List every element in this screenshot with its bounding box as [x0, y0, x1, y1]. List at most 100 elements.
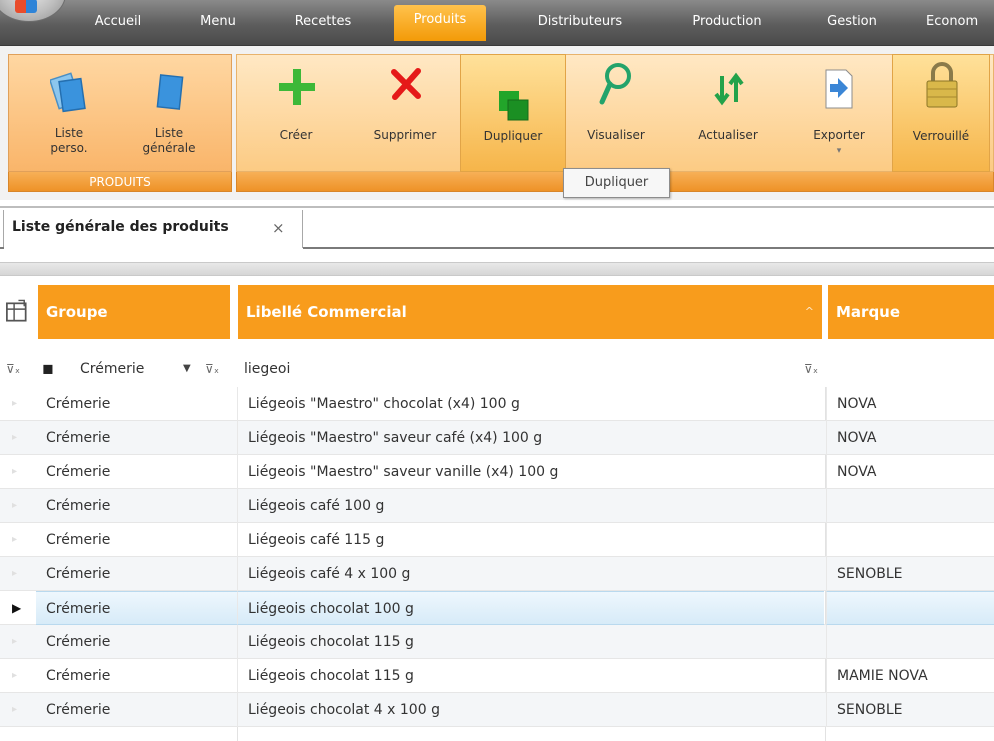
table-row[interactable]: ▸ Crémerie Liégeois chocolat 115 g MAMIE…	[0, 659, 994, 693]
cell-marque	[826, 625, 994, 659]
cell-libelle: Liégeois café 100 g	[237, 489, 824, 523]
clear-filter-groupe-icon[interactable]: ⊽ₓ	[205, 351, 219, 387]
clear-filter-icon[interactable]: ⊽ₓ	[6, 351, 20, 387]
cell-groupe: Crémerie	[46, 464, 111, 480]
table-row[interactable]: ▸ Crémerie Liégeois "Maestro" saveur caf…	[0, 421, 994, 455]
table-row-selected[interactable]: ▶ Crémerie Liégeois chocolat 100 g	[0, 591, 994, 625]
verrouille-toggle[interactable]: Verrouillé	[892, 54, 990, 172]
row-indicator: ▸	[12, 432, 18, 443]
cell-groupe: Crémerie	[46, 532, 111, 548]
cell-groupe: Crémerie	[46, 634, 111, 650]
cell-groupe: Crémerie	[46, 396, 111, 412]
app-menu-orb-button[interactable]	[0, 0, 66, 22]
cell-libelle: Liégeois chocolat 115 g	[237, 625, 824, 659]
filter-row: ⊽ₓ ◼ Crémerie ▼ ⊽ₓ liegeoi ⊽ₓ	[0, 351, 994, 387]
column-header-libelle-label: Libellé Commercial	[246, 303, 407, 321]
menu-tab-gestion[interactable]: Gestion	[810, 10, 894, 34]
tab-liste-generale-produits[interactable]: Liste générale des produits ×	[3, 210, 303, 248]
row-indicator: ▸	[12, 398, 18, 409]
filter-libelle-input[interactable]: liegeoi	[244, 351, 290, 387]
table-row[interactable]: ▸ Crémerie Liégeois chocolat 4 x 100 g S…	[0, 693, 994, 727]
column-chooser-icon[interactable]	[4, 298, 30, 326]
row-indicator: ▸	[12, 636, 18, 647]
dupliquer-tooltip: Dupliquer	[563, 168, 670, 198]
table-row[interactable]: ▸ Crémerie Liégeois café 100 g	[0, 489, 994, 523]
cell-groupe: Crémerie	[46, 430, 111, 446]
liste-generale-label-2: générale	[142, 141, 196, 155]
menu-tab-recettes[interactable]: Recettes	[280, 10, 366, 34]
cell-libelle: Liégeois chocolat 115 g	[237, 659, 824, 693]
liste-perso-label-2: perso.	[50, 141, 88, 155]
column-header-libelle-commercial[interactable]: Libellé Commercial ^	[238, 285, 822, 339]
table-row[interactable]: ▸ Crémerie Liégeois café 115 g	[0, 523, 994, 557]
visualiser-button[interactable]: Visualiser	[574, 54, 658, 172]
cell-marque: NOVA	[826, 455, 994, 489]
cell-marque	[826, 523, 994, 557]
actualiser-label: Actualiser	[698, 128, 758, 142]
table-row[interactable]: ▸ Crémerie Liégeois chocolat 115 g	[0, 625, 994, 659]
top-menu-bar: Accueil Menu Recettes Produits Distribut…	[0, 0, 994, 46]
supprimer-button[interactable]: Supprimer	[360, 54, 450, 172]
cell-groupe: Crémerie	[46, 566, 111, 582]
filter-groupe-value[interactable]: Crémerie	[80, 351, 144, 387]
liste-perso-label-1: Liste	[54, 126, 84, 140]
table-row[interactable]: ▸ Crémerie Liégeois café 4 x 100 g SENOB…	[0, 557, 994, 591]
row-indicator: ▸	[12, 568, 18, 579]
visualiser-label: Visualiser	[587, 128, 645, 142]
row-indicator: ▸	[12, 704, 18, 715]
clear-filter-libelle-icon[interactable]: ⊽ₓ	[804, 351, 818, 387]
cell-marque: SENOBLE	[826, 693, 994, 727]
cell-libelle: Liégeois "Maestro" saveur café (x4) 100 …	[237, 421, 824, 455]
menu-tab-distributeurs[interactable]: Distributeurs	[520, 10, 640, 34]
padlock-icon	[926, 62, 958, 108]
tab-close-icon[interactable]: ×	[272, 219, 285, 237]
products-grid: Groupe Libellé Commercial ^ Marque ⊽ₓ ◼ …	[0, 258, 994, 741]
exporter-button[interactable]: Exporter ▾	[794, 54, 884, 172]
cell-groupe: Crémerie	[46, 668, 111, 684]
row-indicator: ▸	[12, 670, 18, 681]
menu-tab-menu[interactable]: Menu	[188, 10, 248, 34]
exporter-dropdown-arrow-icon[interactable]: ▾	[794, 144, 884, 159]
refresh-arrows-icon	[714, 72, 744, 106]
liste-perso-button[interactable]: Liste perso.	[34, 54, 104, 172]
custom-list-icon	[50, 72, 86, 113]
export-icon	[825, 69, 853, 109]
column-header-groupe[interactable]: Groupe	[38, 285, 230, 339]
menu-tab-produits[interactable]: Produits	[394, 5, 486, 41]
liste-generale-button[interactable]: Liste générale	[130, 54, 208, 172]
cell-groupe: Crémerie	[46, 702, 111, 718]
filter-checkbox-icon[interactable]: ◼	[42, 351, 54, 387]
cell-marque	[826, 591, 994, 625]
delete-x-icon	[391, 68, 421, 100]
filter-marque-input[interactable]	[836, 351, 986, 387]
menu-tab-economat[interactable]: Econom	[926, 10, 994, 34]
app-window: { "menu": { "items": [ {"label": "Accuei…	[0, 0, 994, 741]
menu-tab-accueil[interactable]: Accueil	[78, 10, 158, 34]
ribbon: Liste perso. Liste générale PRODUITS Cré…	[0, 46, 994, 200]
current-row-indicator-icon: ▶	[12, 601, 22, 615]
supprimer-label: Supprimer	[373, 128, 437, 142]
general-list-icon	[156, 74, 184, 110]
liste-generale-label-1: Liste	[154, 126, 184, 140]
tab-title: Liste générale des produits	[12, 219, 229, 235]
row-indicator: ▸	[12, 534, 18, 545]
cell-marque: MAMIE NOVA	[826, 659, 994, 693]
creer-button[interactable]: Créer	[256, 54, 336, 172]
exporter-label: Exporter	[813, 128, 865, 142]
table-row[interactable]: ▸ Crémerie Liégeois "Maestro" saveur van…	[0, 455, 994, 489]
table-row[interactable]: ▸ Crémerie Liégeois "Maestro" chocolat (…	[0, 387, 994, 421]
dupliquer-button[interactable]: Dupliquer	[460, 54, 566, 172]
menu-tab-production[interactable]: Production	[672, 10, 782, 34]
cell-libelle: Liégeois café 4 x 100 g	[237, 557, 824, 591]
app-logo-icon	[15, 0, 37, 13]
cell-libelle: Liégeois chocolat 100 g	[237, 591, 824, 625]
filter-groupe-dropdown-icon[interactable]: ▼	[183, 351, 191, 387]
cell-groupe: Crémerie	[46, 498, 111, 514]
cell-libelle: Liégeois chocolat 4 x 100 g	[237, 693, 824, 727]
cell-groupe: Crémerie	[36, 591, 237, 625]
sort-indicator-icon: ^	[804, 305, 814, 318]
column-header-marque[interactable]: Marque	[828, 285, 994, 339]
document-tab-strip: Liste générale des produits ×	[0, 200, 994, 258]
actualiser-button[interactable]: Actualiser	[682, 54, 774, 172]
row-indicator: ▸	[12, 500, 18, 511]
